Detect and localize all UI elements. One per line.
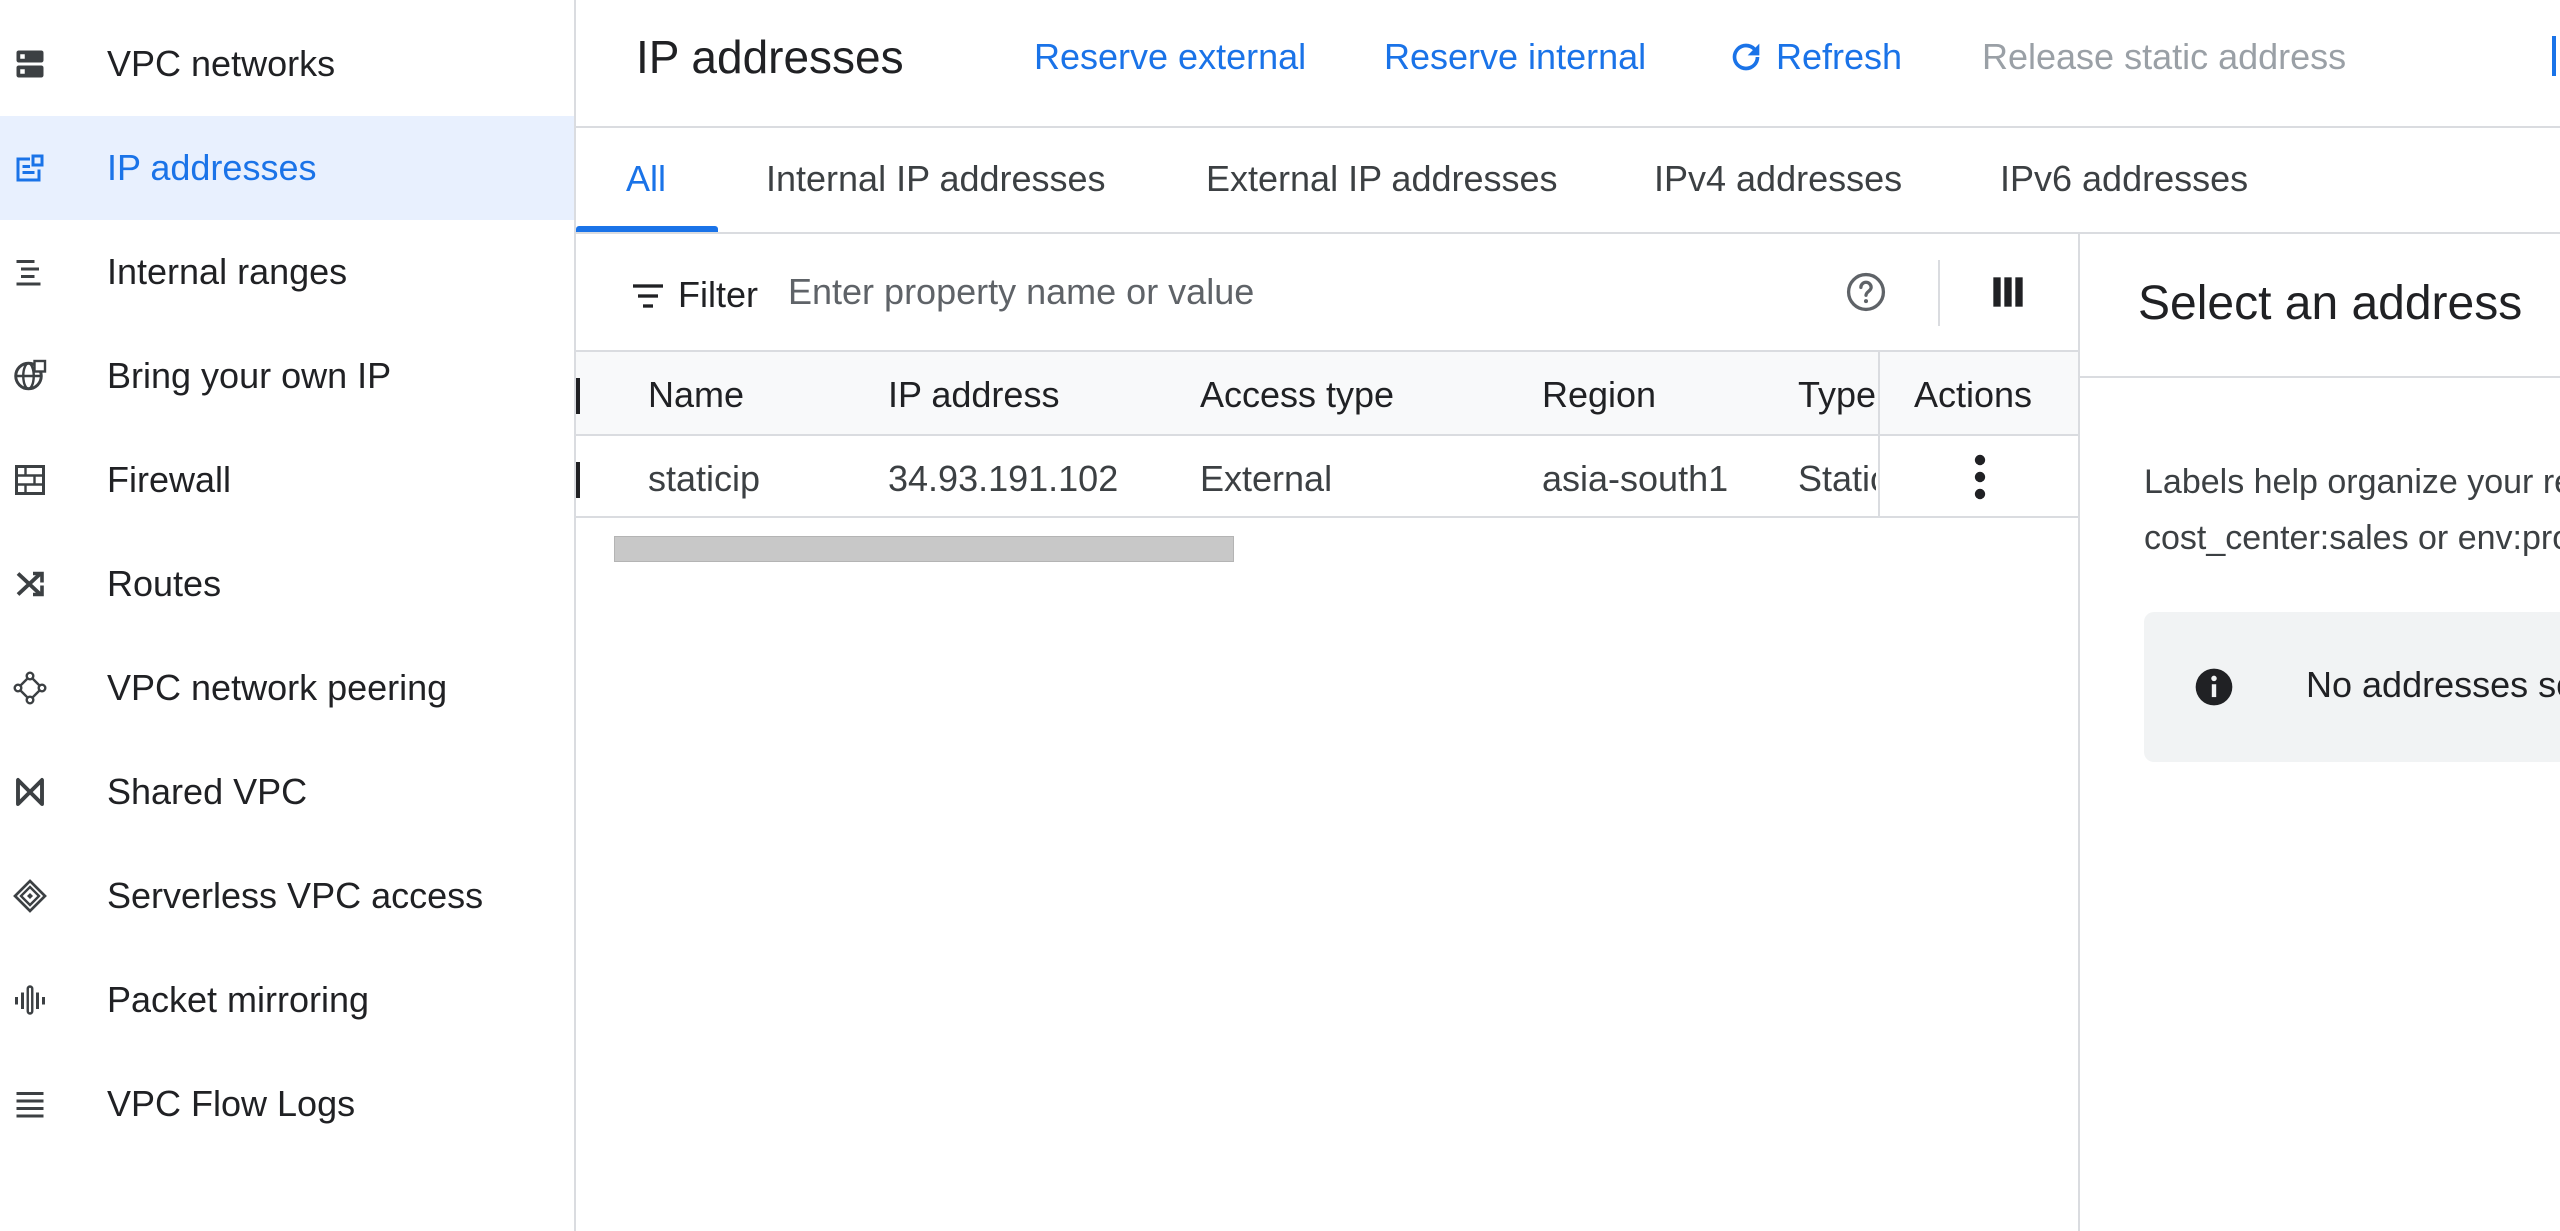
sidebar-item-label: VPC Flow Logs <box>107 1083 356 1124</box>
column-display-icon[interactable] <box>1986 270 2030 314</box>
help-icon[interactable] <box>1844 270 1888 314</box>
sidebar-item-label: Routes <box>107 563 222 604</box>
cell-ip-address: 34.93.191.102 <box>888 458 1119 499</box>
notice-text: No addresses se <box>2306 664 2560 705</box>
refresh-label: Refresh <box>1776 36 1903 77</box>
filter-divider <box>1938 260 1940 326</box>
actions-column-header: Actions <box>1878 352 2078 434</box>
column-header-name[interactable]: Name <box>648 374 744 416</box>
column-header-access-type[interactable]: Access type <box>1200 374 1394 416</box>
sidebar-item-bring-your-own-ip[interactable]: Bring your own IP <box>0 324 574 428</box>
vpc-networks-icon <box>8 42 52 86</box>
routes-icon <box>8 562 52 606</box>
sidebar-item-label: IP addresses <box>107 147 317 188</box>
filter-label[interactable]: Filter <box>678 274 758 316</box>
tab-internal-ip-addresses[interactable]: Internal IP addresses <box>766 158 1106 200</box>
sidebar: VPC networks IP addresses Internal range… <box>0 0 576 1231</box>
sidebar-item-firewall[interactable]: Firewall <box>0 428 574 532</box>
panel-title: Select an address <box>2138 277 2523 330</box>
panel-help-line: Labels help organize your re <box>2144 463 2560 501</box>
sidebar-item-label: Firewall <box>107 459 232 500</box>
panel-divider <box>2080 376 2560 378</box>
firewall-icon <box>8 458 52 502</box>
selection-column-fragment <box>576 378 580 414</box>
table-row[interactable]: staticip 34.93.191.102 External asia-sou… <box>576 436 2078 518</box>
flow-logs-icon <box>8 1082 52 1126</box>
release-static-address-button[interactable]: Release static address <box>1982 36 2346 78</box>
sidebar-item-vpc-flow-logs[interactable]: VPC Flow Logs <box>0 1052 574 1156</box>
info-icon <box>2195 668 2233 706</box>
sidebar-item-label: Internal ranges <box>107 251 348 292</box>
column-header-type[interactable]: Type <box>1798 374 1876 416</box>
peering-icon <box>8 666 52 710</box>
tab-all[interactable]: All <box>626 158 666 200</box>
sidebar-item-label: Packet mirroring <box>107 979 370 1020</box>
row-selection-fragment[interactable] <box>576 462 580 498</box>
cell-access-type: External <box>1200 458 1333 499</box>
panel-help-text: Labels help organize your re cost_center… <box>2144 454 2560 566</box>
filter-icon[interactable] <box>628 276 668 316</box>
sidebar-item-routes[interactable]: Routes <box>0 532 574 636</box>
sidebar-item-label: VPC networks <box>107 43 336 84</box>
horizontal-scrollbar-thumb[interactable] <box>614 536 1234 562</box>
panel-help-line: cost_center:sales or env:pro <box>2144 519 2560 557</box>
sidebar-item-label: Serverless VPC access <box>107 875 484 916</box>
reserve-internal-button[interactable]: Reserve internal <box>1384 36 1646 78</box>
sidebar-item-serverless-vpc-access[interactable]: Serverless VPC access <box>0 844 574 948</box>
sidebar-item-shared-vpc[interactable]: Shared VPC <box>0 740 574 844</box>
cell-region: asia-south1 <box>1542 458 1729 499</box>
row-actions-cell <box>1878 436 2078 516</box>
column-header-ip-address[interactable]: IP address <box>888 374 1059 416</box>
sidebar-item-packet-mirroring[interactable]: Packet mirroring <box>0 948 574 1052</box>
column-header-actions: Actions <box>1914 374 2033 415</box>
active-tab-indicator <box>576 226 718 232</box>
tab-ipv6-addresses[interactable]: IPv6 addresses <box>2000 158 2248 200</box>
header-toolbar: IP addresses Reserve external Reserve in… <box>576 0 2560 128</box>
filter-bar: Filter <box>576 234 2078 352</box>
serverless-icon <box>8 874 52 918</box>
sidebar-item-ip-addresses[interactable]: IP addresses <box>0 116 574 220</box>
sidebar-item-internal-ranges[interactable]: Internal ranges <box>0 220 574 324</box>
ip-addresses-icon <box>8 146 52 190</box>
more-vert-icon[interactable] <box>1956 450 2004 504</box>
overflow-action-fragment[interactable] <box>2552 36 2556 76</box>
globe-icon <box>8 354 52 398</box>
page-title: IP addresses <box>636 31 904 83</box>
refresh-icon <box>1732 43 1760 71</box>
ip-addresses-table: Name IP address Access type Region Type … <box>576 352 2078 518</box>
reserve-external-button[interactable]: Reserve external <box>1034 36 1306 78</box>
cell-type: Static <box>1798 458 1876 499</box>
packet-mirroring-icon <box>8 978 52 1022</box>
no-selection-notice: No addresses se <box>2144 612 2560 762</box>
tab-external-ip-addresses[interactable]: External IP addresses <box>1206 158 1558 200</box>
internal-ranges-icon <box>8 250 52 294</box>
column-header-region[interactable]: Region <box>1542 374 1656 416</box>
sidebar-item-vpc-network-peering[interactable]: VPC network peering <box>0 636 574 740</box>
table-header-row: Name IP address Access type Region Type … <box>576 352 2078 436</box>
tab-ipv4-addresses[interactable]: IPv4 addresses <box>1654 158 1902 200</box>
sidebar-item-label: VPC network peering <box>107 667 448 708</box>
sidebar-item-vpc-networks[interactable]: VPC networks <box>0 12 574 116</box>
cell-name: staticip <box>648 458 761 499</box>
sidebar-item-label: Bring your own IP <box>107 355 392 396</box>
refresh-button[interactable]: Refresh <box>1726 36 1902 78</box>
sidebar-item-label: Shared VPC <box>107 771 308 812</box>
filter-input[interactable] <box>788 264 1388 320</box>
info-panel: Select an address Labels help organize y… <box>2078 234 2560 1231</box>
tab-bar: All Internal IP addresses External IP ad… <box>576 128 2560 234</box>
shared-vpc-icon <box>8 770 52 814</box>
